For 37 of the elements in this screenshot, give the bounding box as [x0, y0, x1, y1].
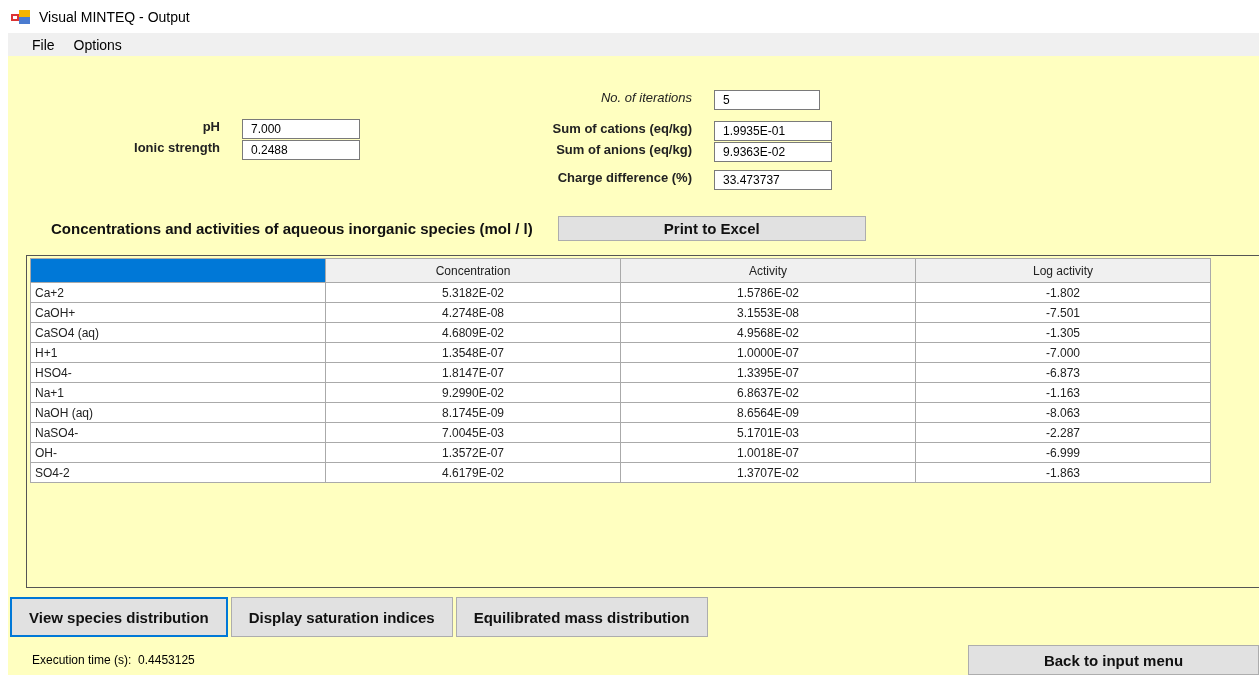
column-header[interactable] — [30, 258, 326, 283]
column-header[interactable]: Concentration — [325, 258, 621, 283]
view-tab[interactable]: Equilibrated mass distribution — [455, 597, 708, 637]
column-header[interactable]: Activity — [620, 258, 916, 283]
table-cell: CaSO4 (aq) — [30, 322, 326, 343]
value-field[interactable]: 9.9363E-02 — [714, 142, 832, 162]
menu-item[interactable]: Options — [67, 36, 129, 53]
execution-time: Execution time (s): 0.4453125 — [32, 653, 195, 667]
print-button[interactable]: Print to Excel — [557, 216, 866, 241]
menu-item[interactable]: File — [26, 36, 62, 53]
table-cell: HSO4- — [30, 362, 326, 383]
table-cell: H+1 — [30, 342, 326, 363]
table-cell: OH- — [30, 442, 326, 463]
field-label: Sum of cations (eq/kg) — [551, 121, 692, 138]
value-field[interactable]: 33.473737 — [714, 170, 832, 190]
field-label: Charge difference (%) — [556, 170, 692, 187]
field-label: Ionic strength — [133, 140, 220, 157]
field-label: No. of iterations — [599, 90, 692, 107]
table-cell: SO4-2 — [30, 462, 326, 483]
value-field[interactable]: 1.9935E-01 — [714, 121, 832, 141]
app-icon — [11, 9, 31, 24]
window-title: Visual MINTEQ - Output — [39, 8, 190, 25]
table-cell: Ca+2 — [30, 282, 326, 303]
table-cell: Na+1 — [30, 382, 326, 403]
table-cell: NaSO4- — [30, 422, 326, 443]
view-tab[interactable]: Display saturation indices — [230, 597, 453, 637]
value-field[interactable]: 0.2488 — [242, 140, 360, 160]
value-field[interactable]: 7.000 — [242, 119, 360, 139]
column-header[interactable]: Log activity — [915, 258, 1211, 283]
field-label: Sum of anions (eq/kg) — [555, 142, 692, 159]
back-button[interactable]: Back to input menu — [968, 645, 1259, 675]
section-heading: Concentrations and activities of aqueous inorganic species (mol / l) — [51, 220, 533, 237]
field-label: pH — [201, 119, 220, 136]
table-cell: CaOH+ — [30, 302, 326, 323]
view-tab[interactable]: View species distribution — [10, 597, 228, 637]
value-field[interactable]: 5 — [714, 90, 820, 110]
table-cell: NaOH (aq) — [30, 402, 326, 423]
